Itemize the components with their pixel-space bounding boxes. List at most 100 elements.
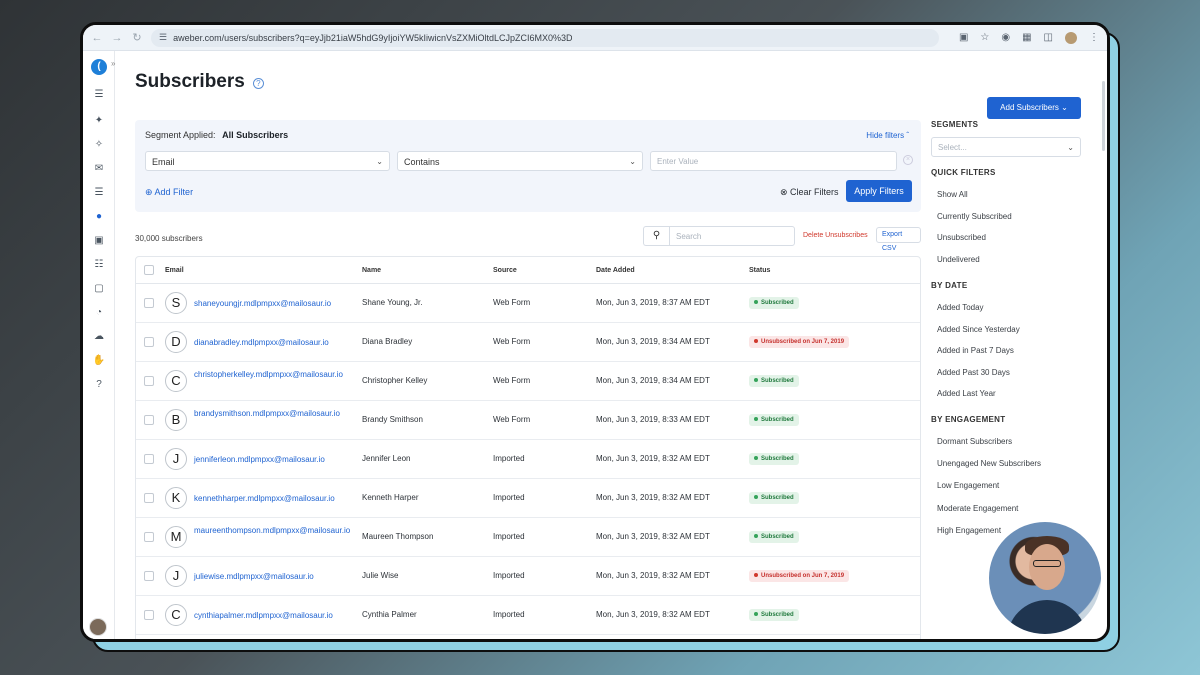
site-settings-icon[interactable]: ☰ [159,32,167,43]
table-row[interactable]: Kkennethharper.mdlpmpxx@mailosaur.io Kenn… [136,479,920,518]
segments-select[interactable]: Select... ⌄ [931,137,1081,157]
sliders-icon[interactable]: ☰ [91,187,107,198]
reload-icon[interactable]: ↻ [131,31,143,44]
filter-value-input[interactable]: Enter Value [650,151,897,171]
expand-nav-icon[interactable]: » [111,59,115,68]
row-checkbox[interactable] [144,337,154,347]
bookmark-star-icon[interactable]: ☆ [980,32,989,43]
settings-sliders-icon[interactable]: ☷ [91,259,107,270]
landing-page-icon[interactable]: ▣ [91,235,107,246]
table-row[interactable]: Jjenniferleon.mdlpmpxx@mailosaur.io Jenni… [136,440,920,479]
browser-menu-icon[interactable]: ⋮ [1089,32,1099,43]
subscriber-email-link[interactable]: juliewise.mdlpmpxx@mailosaur.io [194,571,354,583]
install-app-icon[interactable]: ▣ [959,32,968,43]
header-source[interactable]: Source [493,267,517,274]
integrations-icon[interactable]: ☁ [91,331,107,342]
table-row[interactable]: Jjuliewise.mdlpmpxx@mailosaur.io Julie Wi… [136,557,920,596]
filter-field-select[interactable]: Email ⌄ [145,151,390,171]
by-engagement-item[interactable]: Unengaged New Subscribers [937,459,1041,468]
by-engagement-item[interactable]: High Engagement [937,526,1001,535]
by-engagement-item[interactable]: Low Engagement [937,481,999,490]
title-help-icon[interactable]: ? [252,78,264,89]
automation-icon[interactable]: ✦ [91,115,107,126]
plus-circle-icon: ⊕ [145,187,155,197]
subscribers-icon[interactable]: ● [91,211,107,222]
subscriber-email-link[interactable]: shaneyoungjr.mdlpmpxx@mailosaur.io [194,298,354,310]
status-badge: Subscribed [749,414,799,426]
row-checkbox[interactable] [144,571,154,581]
remove-filter-icon[interactable]: × [903,155,913,165]
forms-icon[interactable]: ▢ [91,283,107,294]
search-input[interactable]: Search [669,226,795,246]
table-row[interactable]: Cchristopherkelley.mdlpmpxx@mailosaur.io… [136,362,920,401]
clear-filters-button[interactable]: ⊗ Clear Filters [780,187,839,198]
table-row[interactable]: Ccynthiapalmer.mdlpmpxx@mailosaur.io Cynt… [136,596,920,635]
status-dot-icon [754,573,758,578]
subscriber-source: Imported [493,493,525,502]
row-checkbox[interactable] [144,298,154,308]
side-panel-icon[interactable]: ◫ [1044,32,1053,43]
row-checkbox[interactable] [144,610,154,620]
row-checkbox[interactable] [144,376,154,386]
filter-operator-select[interactable]: Contains ⌄ [397,151,643,171]
header-email[interactable]: Email [165,267,184,274]
select-all-checkbox[interactable] [144,265,154,275]
quick-filter-item[interactable]: Undelivered [937,255,980,264]
by-date-item[interactable]: Added Past 30 Days [937,368,1010,377]
by-date-item[interactable]: Added Last Year [937,389,996,398]
subscriber-email-link[interactable]: maureenthompson.mdlpmpxx@mailosaur.io [194,525,354,537]
by-date-item[interactable]: Added in Past 7 Days [937,346,1014,355]
extension-shield-icon[interactable]: ◉ [1001,32,1010,43]
header-date-added[interactable]: Date Added [596,267,635,274]
extensions-puzzle-icon[interactable]: ▦ [1022,32,1031,43]
quick-filter-item[interactable]: Currently Subscribed [937,212,1012,221]
apply-filters-button[interactable]: Apply Filters [846,180,912,202]
subscriber-email-link[interactable]: jenniferleon.mdlpmpxx@mailosaur.io [194,454,354,466]
subscriber-source: Web Form [493,337,531,346]
table-row[interactable]: Sshaneyoungjr.mdlpmpxx@mailosaur.io Shane… [136,284,920,323]
header-status[interactable]: Status [749,267,770,274]
subscriber-email-link[interactable]: christopherkelley.mdlpmpxx@mailosaur.io [194,369,354,381]
sparkle-icon[interactable]: ✧ [91,139,107,150]
row-checkbox[interactable] [144,415,154,425]
subscriber-email-link[interactable]: brandysmithson.mdlpmpxx@mailosaur.io [194,408,354,420]
menu-list-icon[interactable]: ☰ [91,89,107,100]
row-checkbox[interactable] [144,454,154,464]
row-checkbox[interactable] [144,493,154,503]
aweber-logo-icon[interactable]: ( [91,59,107,75]
analytics-icon[interactable]: ◔ [91,307,107,318]
page-scrollbar[interactable] [1102,81,1105,151]
export-csv-button[interactable]: Export CSV [876,227,921,252]
subscriber-source: Imported [493,571,525,580]
user-avatar[interactable] [89,618,107,636]
by-engagement-item[interactable]: Moderate Engagement [937,504,1018,513]
table-row[interactable]: Bbrandysmithson.mdlpmpxx@mailosaur.io Bra… [136,401,920,440]
email-icon[interactable]: ✉ [91,163,107,174]
hand-icon[interactable]: ✋ [91,355,107,366]
subscriber-email-link[interactable]: dianabradley.mdlpmpxx@mailosaur.io [194,337,354,349]
quick-filter-item[interactable]: Show All [937,190,968,199]
profile-avatar[interactable] [1065,31,1077,44]
add-filter-button[interactable]: ⊕ Add Filter [145,187,193,198]
subscriber-email-link[interactable]: kennethharper.mdlpmpxx@mailosaur.io [194,493,354,505]
address-bar[interactable]: ☰ aweber.com/users/subscribers?q=eyJjb21… [151,28,939,47]
by-engagement-item[interactable]: Dormant Subscribers [937,437,1012,446]
table-row[interactable]: Ddianabradley.mdlpmpxx@mailosaur.io Diana… [136,323,920,362]
table-row[interactable]: Mmaureenthompson.mdlpmpxx@mailosaur.io Ma… [136,518,920,557]
by-date-item[interactable]: Added Today [937,303,984,312]
by-date-item[interactable]: Added Since Yesterday [937,325,1020,334]
forward-icon[interactable]: → [111,32,123,44]
quick-filter-item[interactable]: Unsubscribed [937,233,986,242]
status-badge: Subscribed [749,375,799,387]
help-icon[interactable]: ? [91,379,107,390]
main-content: Subscribers ? Segment Applied: All Subsc… [135,51,921,639]
header-name[interactable]: Name [362,267,381,274]
back-icon[interactable]: ← [91,32,103,44]
subscriber-email-link[interactable]: cynthiapalmer.mdlpmpxx@mailosaur.io [194,610,354,622]
delete-unsubscribes-button[interactable]: Delete Unsubscribes [803,232,868,239]
subscriber-avatar: C [165,370,187,392]
search-icon[interactable]: ⚲ [643,226,669,246]
hide-filters-button[interactable]: Hide filters ˆ [866,131,909,140]
webcam-shirt [1007,600,1087,634]
row-checkbox[interactable] [144,532,154,542]
